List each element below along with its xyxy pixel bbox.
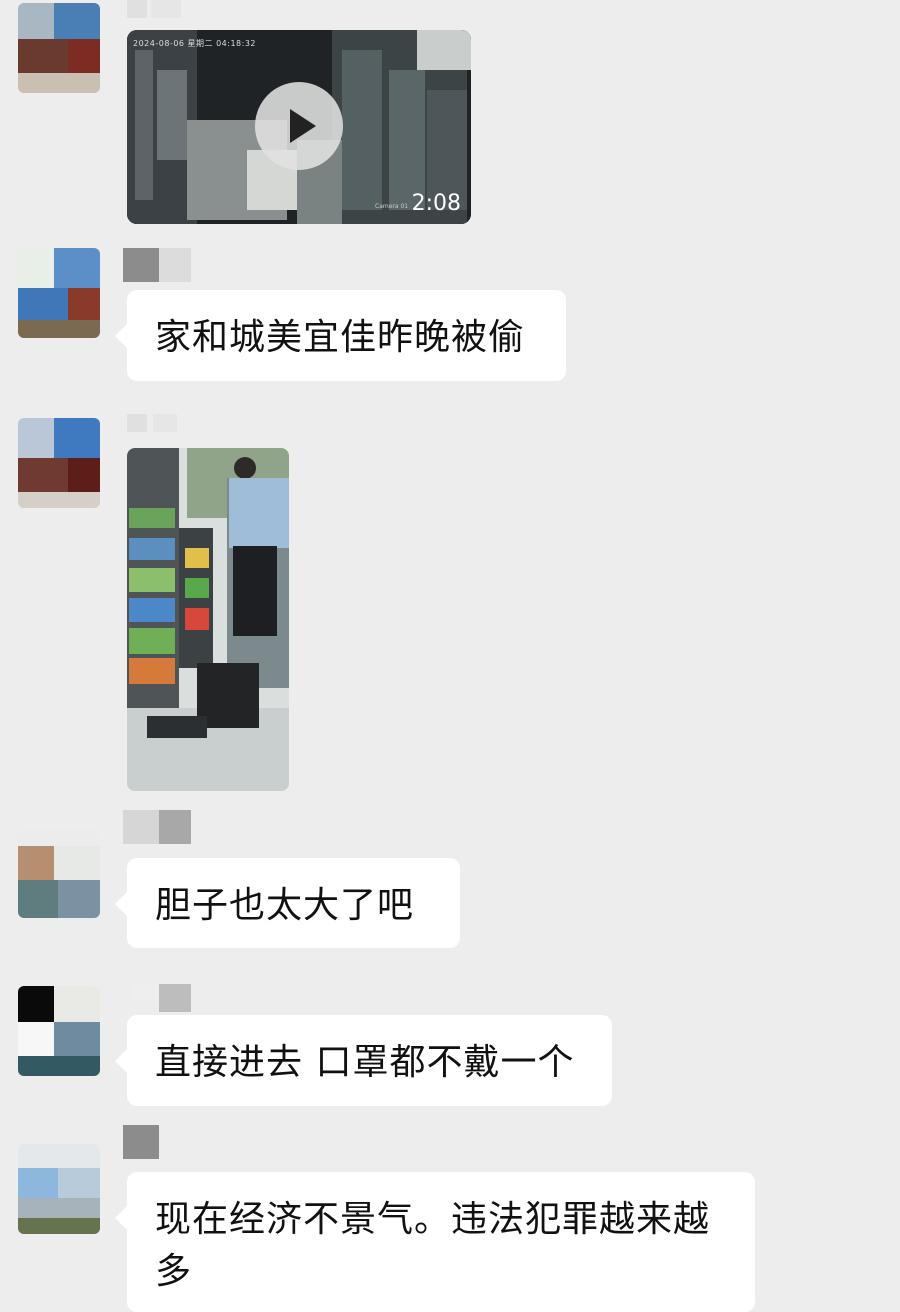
message-text: 直接进去 口罩都不戴一个 [155, 1042, 575, 1083]
avatar[interactable] [18, 1144, 100, 1234]
message-text: 家和城美宜佳昨晚被偷 [155, 317, 526, 358]
play-icon [290, 109, 316, 143]
text-message-bubble[interactable]: 胆子也太大了吧 [115, 858, 460, 948]
message-text: 胆子也太大了吧 [155, 885, 415, 926]
message-text: 现在经济不景气。违法犯罪越来越多 [155, 1199, 711, 1292]
avatar[interactable] [18, 3, 100, 93]
video-message[interactable]: 2024-08-06 星期二 04:18:32 Camera 01 2:08 [127, 30, 471, 224]
video-watermark: Camera 01 [375, 203, 409, 210]
video-timestamp-overlay: 2024-08-06 星期二 04:18:32 [133, 39, 257, 48]
text-message-bubble[interactable]: 家和城美宜佳昨晚被偷 [115, 290, 566, 381]
video-duration: 2:08 [411, 191, 461, 216]
image-message[interactable] [127, 448, 289, 791]
store-photo [127, 448, 289, 791]
text-message-bubble[interactable]: 直接进去 口罩都不戴一个 [115, 1015, 612, 1106]
avatar[interactable] [18, 986, 100, 1076]
avatar[interactable] [18, 418, 100, 508]
play-button[interactable] [255, 82, 343, 170]
avatar[interactable] [18, 248, 100, 338]
avatar[interactable] [18, 828, 100, 918]
text-message-bubble[interactable]: 现在经济不景气。违法犯罪越来越多 [115, 1172, 755, 1312]
